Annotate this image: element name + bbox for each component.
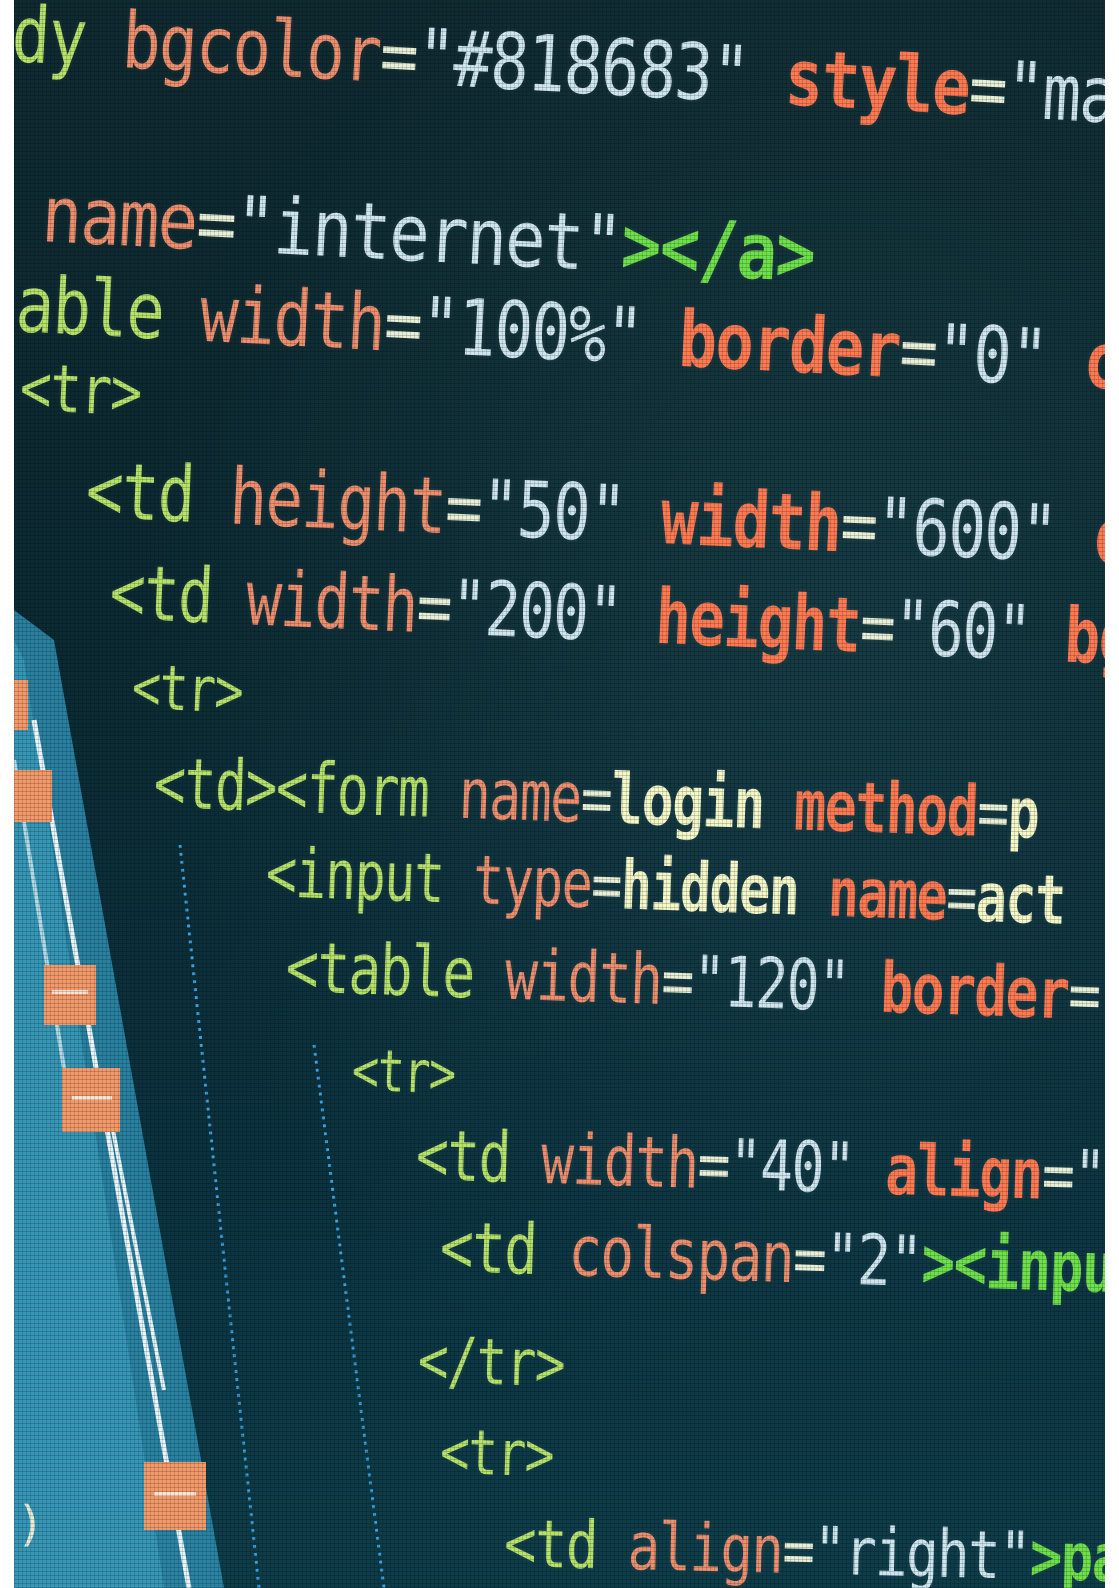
code-token: name bbox=[826, 853, 948, 937]
code-token: width bbox=[539, 1117, 699, 1205]
code-token: = bbox=[589, 844, 623, 925]
code-token: dy bbox=[14, 0, 125, 86]
code-token: ><input bbox=[920, 1221, 1105, 1311]
code-token: <table bbox=[284, 926, 507, 1016]
code-token: <tr> bbox=[18, 349, 143, 432]
code-token: "#818683" bbox=[414, 12, 751, 121]
code-token: = bbox=[660, 939, 695, 1023]
code-token: = bbox=[1040, 1133, 1075, 1217]
code-line: </tr> bbox=[417, 1324, 565, 1402]
code-token: </tr> bbox=[416, 1323, 566, 1402]
code-token: <tr> bbox=[438, 1415, 555, 1492]
code-token: = bbox=[858, 581, 897, 672]
code-token: = bbox=[975, 770, 1010, 854]
code-line: <tr> bbox=[18, 349, 142, 431]
code-token: = bbox=[781, 1512, 815, 1588]
code-token: border bbox=[879, 946, 1070, 1036]
code-token: = bbox=[377, 10, 420, 103]
code-token: = bbox=[838, 479, 879, 572]
code-token: "600" bbox=[874, 481, 1059, 580]
code-token: "40" bbox=[727, 1123, 856, 1210]
code-token: hidden bbox=[619, 846, 800, 932]
code-token: "200" bbox=[448, 562, 624, 660]
code-token: <td bbox=[414, 1114, 543, 1200]
code-token: align bbox=[884, 1128, 1044, 1216]
code-token: = bbox=[194, 177, 238, 270]
code-token: act bbox=[974, 858, 1066, 941]
code-token: width bbox=[244, 553, 419, 651]
code-token: = bbox=[696, 1122, 731, 1206]
code-line: <tr> bbox=[351, 1036, 456, 1108]
code-token: able bbox=[14, 259, 203, 360]
code-token: = bbox=[966, 43, 1009, 136]
code-token: = bbox=[414, 561, 453, 652]
code-token: <td bbox=[83, 445, 232, 543]
code-token: "right" bbox=[812, 1512, 1031, 1588]
code-token: <td bbox=[107, 547, 249, 643]
code-line: <tr> bbox=[439, 1415, 554, 1491]
code-token: = bbox=[897, 305, 939, 398]
code-token: width bbox=[658, 471, 843, 570]
code-token: <td bbox=[438, 1206, 570, 1293]
code-token: p bbox=[1006, 771, 1040, 855]
code-token: name bbox=[39, 169, 199, 268]
code-token: <td bbox=[503, 1505, 629, 1586]
code-token: height bbox=[653, 572, 863, 671]
code-token: bgcolor bbox=[119, 0, 383, 101]
monitor-screen: ) dy bgcolor="#818683" style="margin:0 na… bbox=[14, 0, 1105, 1588]
code-token: = bbox=[381, 278, 424, 371]
code-token: >pass bbox=[1028, 1518, 1105, 1588]
code-token: "60" bbox=[892, 582, 1033, 678]
code-line: <td align="right">pass bbox=[503, 1505, 1105, 1588]
code-token: "50" bbox=[479, 463, 628, 561]
code-token: "2" bbox=[823, 1218, 923, 1304]
code-token: bgcol bbox=[1062, 590, 1105, 688]
code-token: = bbox=[944, 857, 978, 938]
code-token: style bbox=[782, 32, 972, 134]
code-token: = bbox=[579, 756, 613, 840]
code-token: type bbox=[471, 840, 593, 924]
code-token: border bbox=[676, 294, 902, 396]
code-token: colspan bbox=[567, 1210, 795, 1300]
code-token: <td><form bbox=[152, 742, 461, 835]
code-token: "rig bbox=[1071, 1134, 1105, 1221]
code-token: <tr> bbox=[350, 1035, 456, 1108]
code-token: width bbox=[503, 933, 663, 1022]
code-token: <input bbox=[264, 833, 475, 920]
code-token: width bbox=[197, 269, 387, 369]
code-line: <tr> bbox=[130, 650, 243, 728]
code-token: <tr> bbox=[130, 650, 244, 728]
code-token: height bbox=[227, 452, 448, 552]
code-token: method bbox=[792, 764, 979, 853]
code-token: align bbox=[626, 1508, 784, 1588]
code-token: = bbox=[791, 1217, 827, 1301]
svg-text:): ) bbox=[16, 1496, 45, 1552]
code-token: name bbox=[457, 752, 583, 839]
code-token: cellpad bbox=[1081, 315, 1105, 419]
code-token: "120" bbox=[691, 940, 851, 1028]
code-token: ></a> bbox=[618, 200, 817, 301]
code-token: login bbox=[609, 757, 766, 846]
code-token: = bbox=[443, 461, 484, 554]
code-screen-photo: ) dy bgcolor="#818683" style="margin:0 na… bbox=[0, 0, 1119, 1588]
code-token: "0" bbox=[934, 307, 1050, 404]
code-token: = bbox=[1066, 953, 1102, 1037]
code-token: "100%" bbox=[418, 280, 645, 383]
